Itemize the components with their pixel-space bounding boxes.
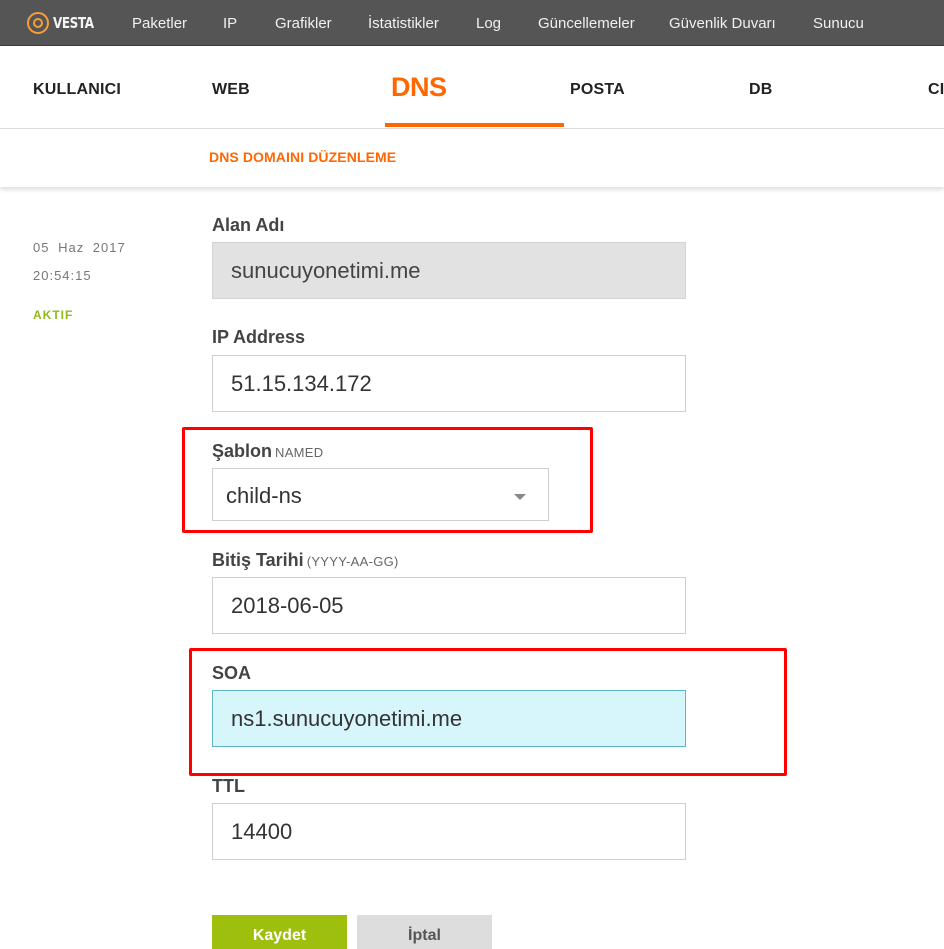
domain-label: Alan Adı xyxy=(212,215,285,235)
topnav-grafikler[interactable]: Grafikler xyxy=(275,15,332,32)
active-tab-underline xyxy=(385,123,564,127)
topnav-sunucu[interactable]: Sunucu xyxy=(813,15,864,32)
expiry-label: Bitiş Tarihi (YYYY-AA-GG) xyxy=(212,550,399,571)
tab-db[interactable]: DB xyxy=(749,81,773,99)
topnav-paketler[interactable]: Paketler xyxy=(132,15,187,32)
template-highlight-box xyxy=(182,427,593,533)
top-navbar: VESTA Paketler IP Grafikler İstatistikle… xyxy=(0,0,944,46)
created-time: 20:54:15 xyxy=(33,268,92,283)
topnav-istatistikler[interactable]: İstatistikler xyxy=(368,15,439,32)
save-button[interactable]: Kaydet xyxy=(212,915,347,949)
domain-input[interactable] xyxy=(212,242,686,299)
section-tabs: KULLANICI WEB DNS POSTA DB CI xyxy=(0,46,944,129)
tab-web[interactable]: WEB xyxy=(212,81,250,99)
vesta-logo[interactable]: VESTA xyxy=(27,12,104,34)
tab-dns[interactable]: DNS xyxy=(391,72,447,103)
page-subheader: DNS DOMAINI DÜZENLEME xyxy=(0,129,944,187)
status-badge: AKTIF xyxy=(33,308,74,322)
topnav-guvenlik-duvari[interactable]: Güvenlik Duvarı xyxy=(669,15,776,32)
cancel-button[interactable]: İptal xyxy=(357,915,492,949)
tab-kullanici[interactable]: KULLANICI xyxy=(33,81,121,99)
logo-text: VESTA xyxy=(53,14,94,32)
ttl-label: TTL xyxy=(212,776,245,796)
soa-highlight-box xyxy=(189,648,787,776)
topnav-ip[interactable]: IP xyxy=(223,15,237,32)
topnav-log[interactable]: Log xyxy=(476,15,501,32)
tab-cron[interactable]: CI xyxy=(928,81,944,99)
tab-posta[interactable]: POSTA xyxy=(570,81,625,99)
expiry-input[interactable] xyxy=(212,577,686,634)
created-date: 05 Haz 2017 xyxy=(33,240,126,255)
topnav-guncellemeler[interactable]: Güncellemeler xyxy=(538,15,635,32)
expiry-label-text: Bitiş Tarihi xyxy=(212,550,304,570)
expiry-hint: (YYYY-AA-GG) xyxy=(306,554,399,569)
ip-input[interactable] xyxy=(212,355,686,412)
ttl-input[interactable] xyxy=(212,803,686,860)
page-title: DNS DOMAINI DÜZENLEME xyxy=(209,149,397,165)
vesta-logo-icon xyxy=(27,12,49,34)
ip-label: IP Address xyxy=(212,327,306,347)
